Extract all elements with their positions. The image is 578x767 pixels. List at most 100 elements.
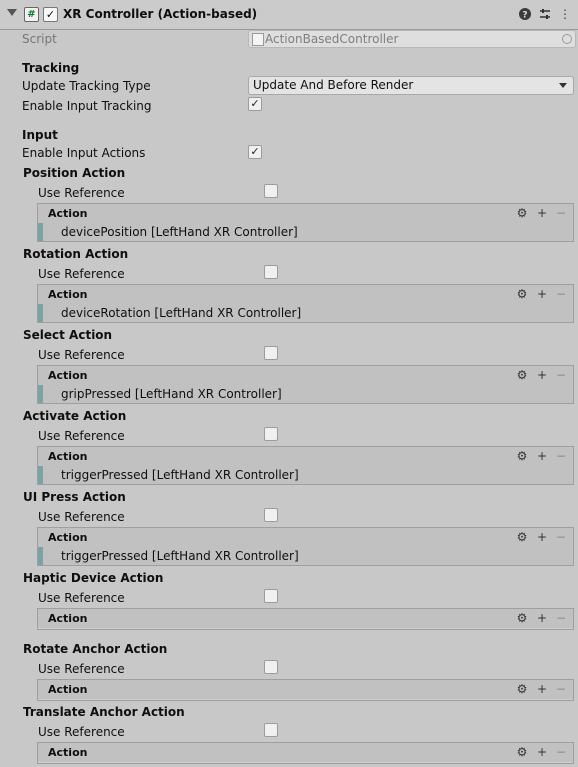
component-title: XR Controller (Action-based) — [63, 7, 258, 21]
enable-input-tracking-checkbox[interactable]: ✓ — [248, 97, 262, 111]
enable-input-tracking-label: Enable Input Tracking — [22, 99, 152, 113]
remove-binding-icon[interactable]: − — [554, 286, 568, 302]
action-header-label: Action — [48, 531, 88, 544]
gear-icon[interactable]: ⚙ — [515, 367, 529, 383]
add-binding-icon[interactable]: + — [535, 610, 549, 626]
action-header: Action ⚙ + − — [38, 609, 573, 628]
rotation-action-panel: Action ⚙ + − deviceRotation [LeftHand XR… — [37, 284, 574, 323]
binding-indicator — [38, 304, 43, 322]
translate-anchor-action-panel: Action ⚙ + − — [37, 742, 574, 764]
remove-binding-icon[interactable]: − — [554, 681, 568, 697]
action-header-label: Action — [48, 207, 88, 220]
update-tracking-type-value: Update And Before Render — [253, 78, 414, 92]
binding-text: triggerPressed [LeftHand XR Controller] — [61, 549, 299, 563]
update-tracking-type-label: Update Tracking Type — [22, 79, 151, 93]
add-binding-icon[interactable]: + — [535, 205, 549, 221]
enable-input-actions-checkbox[interactable]: ✓ — [248, 145, 262, 159]
help-icon[interactable]: ? — [517, 6, 533, 22]
action-header-label: Action — [48, 746, 88, 759]
remove-binding-icon[interactable]: − — [554, 744, 568, 760]
use-reference-checkbox[interactable] — [264, 508, 278, 522]
update-tracking-type-dropdown[interactable]: Update And Before Render — [248, 76, 574, 95]
activate-action-panel: Action ⚙ + − triggerPressed [LeftHand XR… — [37, 446, 574, 485]
action-header: Action ⚙ + − — [38, 285, 573, 304]
binding-row[interactable]: triggerPressed [LeftHand XR Controller] — [38, 466, 573, 484]
add-binding-icon[interactable]: + — [535, 681, 549, 697]
activate-action-title: Activate Action — [23, 409, 127, 423]
input-section-title: Input — [22, 128, 58, 142]
component-enabled-checkbox[interactable]: ✓ — [43, 7, 58, 22]
remove-binding-icon[interactable]: − — [554, 529, 568, 545]
binding-indicator — [38, 223, 43, 241]
action-header-label: Action — [48, 369, 88, 382]
gear-icon[interactable]: ⚙ — [515, 529, 529, 545]
gear-icon[interactable]: ⚙ — [515, 205, 529, 221]
gear-icon[interactable]: ⚙ — [515, 610, 529, 626]
binding-text: triggerPressed [LeftHand XR Controller] — [61, 468, 299, 482]
svg-text:?: ? — [522, 11, 527, 21]
use-reference-checkbox[interactable] — [264, 660, 278, 674]
use-reference-label: Use Reference — [38, 186, 125, 200]
position-action-panel: Action ⚙ + − devicePosition [LeftHand XR… — [37, 203, 574, 242]
binding-text: deviceRotation [LeftHand XR Controller] — [61, 306, 302, 320]
more-icon[interactable]: ⋮ — [557, 6, 573, 22]
script-value: ActionBasedController — [265, 32, 399, 46]
foldout-arrow-icon[interactable] — [7, 9, 17, 16]
use-reference-checkbox[interactable] — [264, 184, 278, 198]
use-reference-label: Use Reference — [38, 348, 125, 362]
gear-icon[interactable]: ⚙ — [515, 286, 529, 302]
ui-press-action-title: UI Press Action — [23, 490, 126, 504]
ui-press-action-panel: Action ⚙ + − triggerPressed [LeftHand XR… — [37, 527, 574, 566]
use-reference-label: Use Reference — [38, 267, 125, 281]
haptic-device-action-panel: Action ⚙ + − — [37, 608, 574, 630]
add-binding-icon[interactable]: + — [535, 448, 549, 464]
action-header: Action ⚙ + − — [38, 743, 573, 762]
select-action-title: Select Action — [23, 328, 113, 342]
binding-indicator — [38, 547, 43, 565]
remove-binding-icon[interactable]: − — [554, 367, 568, 383]
action-header: Action ⚙ + − — [38, 366, 573, 385]
use-reference-checkbox[interactable] — [264, 265, 278, 279]
binding-row[interactable]: triggerPressed [LeftHand XR Controller] — [38, 547, 573, 565]
object-picker-icon[interactable] — [562, 34, 572, 44]
rotate-anchor-action-panel: Action ⚙ + − — [37, 679, 574, 701]
presets-icon[interactable] — [537, 6, 553, 22]
remove-binding-icon[interactable]: − — [554, 205, 568, 221]
binding-row[interactable]: deviceRotation [LeftHand XR Controller] — [38, 304, 573, 322]
remove-binding-icon[interactable]: − — [554, 610, 568, 626]
use-reference-label: Use Reference — [38, 725, 125, 739]
binding-indicator — [38, 466, 43, 484]
gear-icon[interactable]: ⚙ — [515, 681, 529, 697]
action-header-label: Action — [48, 288, 88, 301]
script-label: Script — [22, 32, 57, 46]
binding-row[interactable]: devicePosition [LeftHand XR Controller] — [38, 223, 573, 241]
script-field[interactable]: ActionBasedController — [248, 30, 576, 48]
rotation-action-title: Rotation Action — [23, 247, 129, 261]
use-reference-label: Use Reference — [38, 510, 125, 524]
use-reference-checkbox[interactable] — [264, 723, 278, 737]
script-file-icon — [252, 33, 264, 46]
add-binding-icon[interactable]: + — [535, 286, 549, 302]
use-reference-checkbox[interactable] — [264, 427, 278, 441]
add-binding-icon[interactable]: + — [535, 744, 549, 760]
action-header-label: Action — [48, 612, 88, 625]
use-reference-checkbox[interactable] — [264, 589, 278, 603]
action-header: Action ⚙ + − — [38, 680, 573, 699]
action-header-label: Action — [48, 450, 88, 463]
gear-icon[interactable]: ⚙ — [515, 744, 529, 760]
haptic-device-action-title: Haptic Device Action — [23, 571, 164, 585]
add-binding-icon[interactable]: + — [535, 367, 549, 383]
use-reference-checkbox[interactable] — [264, 346, 278, 360]
action-header-label: Action — [48, 683, 88, 696]
translate-anchor-action-title: Translate Anchor Action — [23, 705, 185, 719]
action-header: Action ⚙ + − — [38, 447, 573, 466]
remove-binding-icon[interactable]: − — [554, 448, 568, 464]
add-binding-icon[interactable]: + — [535, 529, 549, 545]
position-action-title: Position Action — [23, 166, 126, 180]
use-reference-label: Use Reference — [38, 429, 125, 443]
binding-text: devicePosition [LeftHand XR Controller] — [61, 225, 298, 239]
gear-icon[interactable]: ⚙ — [515, 448, 529, 464]
enable-input-actions-label: Enable Input Actions — [22, 146, 146, 160]
use-reference-label: Use Reference — [38, 662, 125, 676]
binding-row[interactable]: gripPressed [LeftHand XR Controller] — [38, 385, 573, 403]
